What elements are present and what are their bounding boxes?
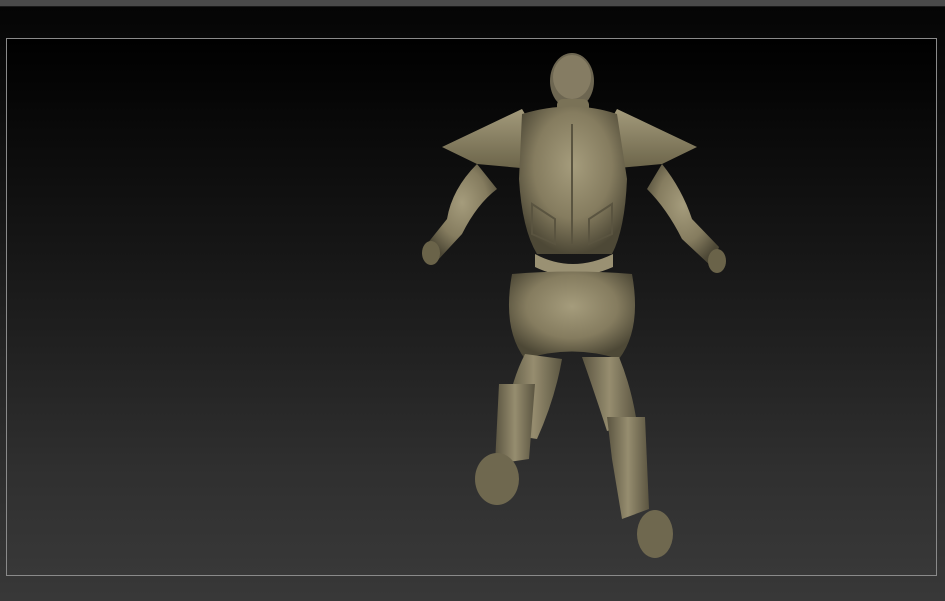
3d-viewport[interactable] [6,38,937,576]
3d-model-icon[interactable] [7,39,937,576]
top-toolbar [0,0,945,7]
